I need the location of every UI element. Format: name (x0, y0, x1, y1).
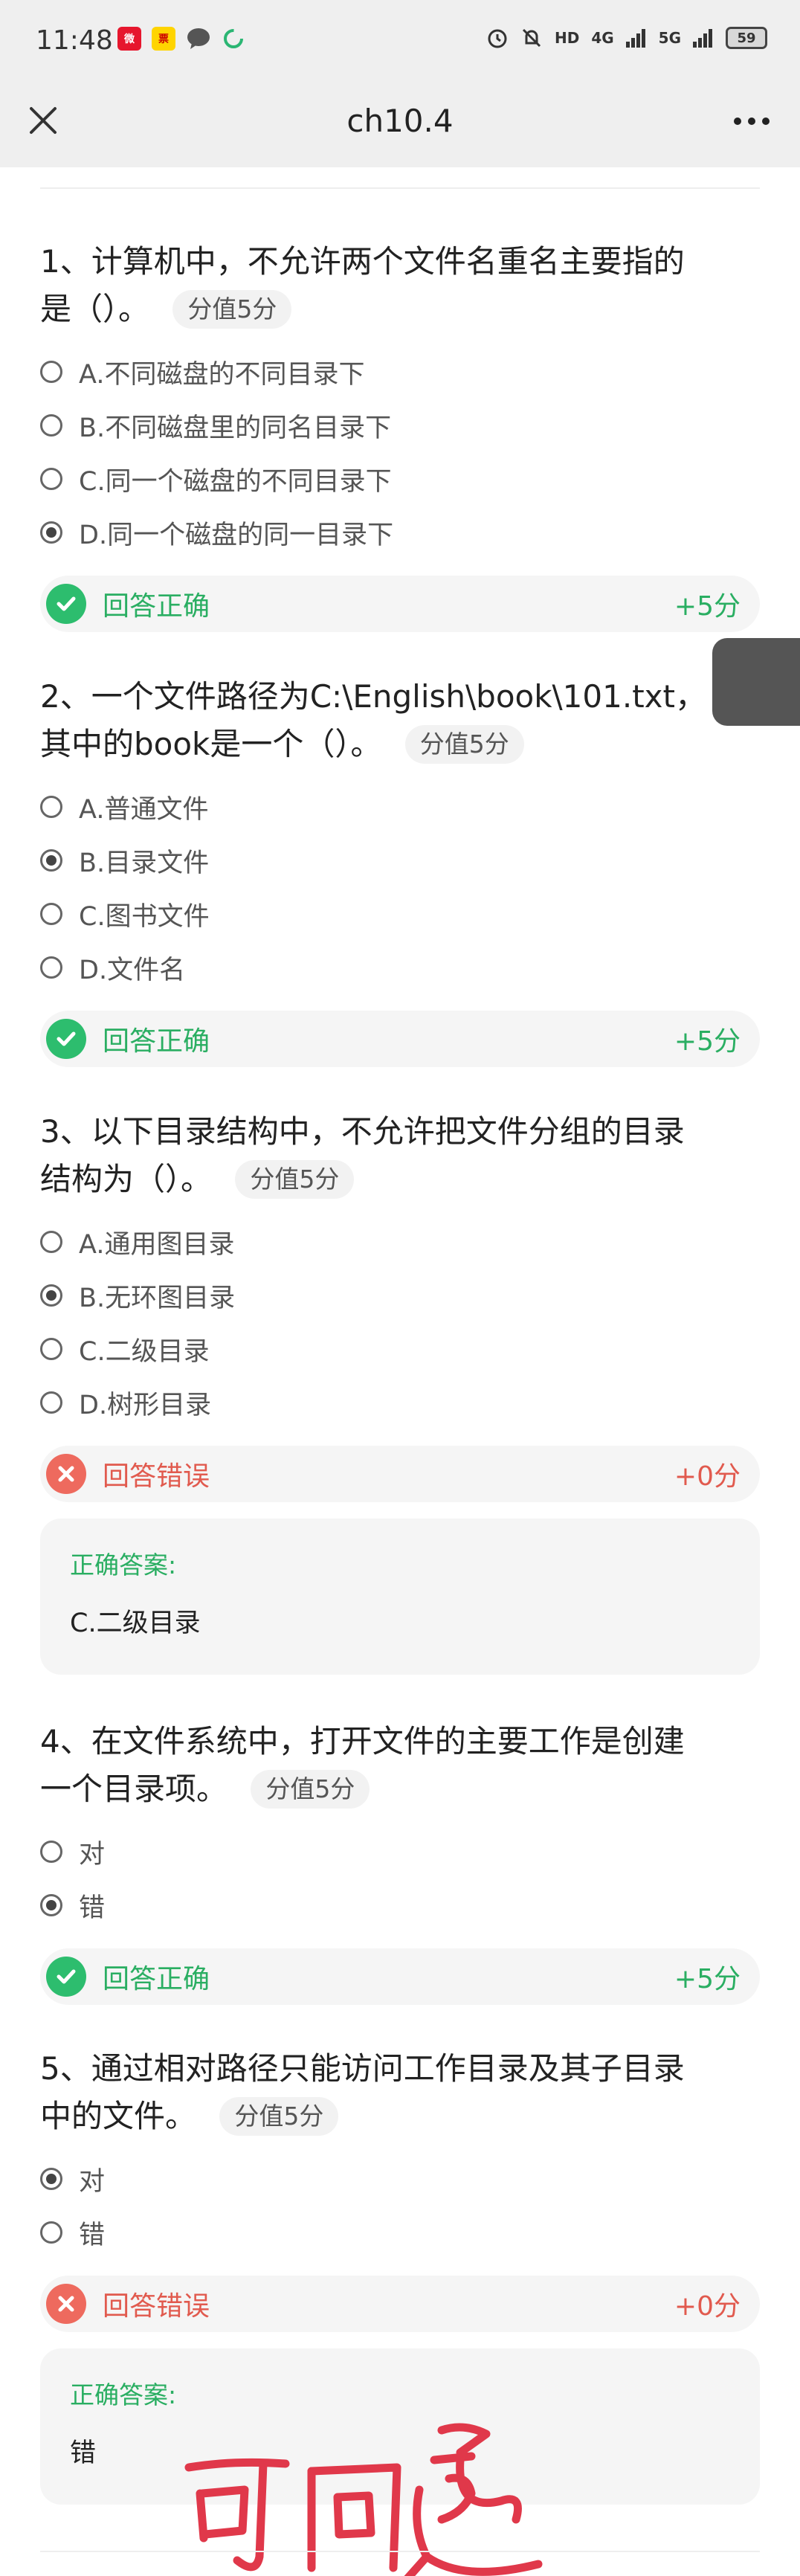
score-chip: 分值5分 (219, 2096, 339, 2136)
result-score: +0分 (674, 2291, 741, 2322)
option-list: 对 错 (40, 2152, 760, 2259)
result-text: 回答正确 (103, 591, 210, 622)
status-indicators: HD 4G 5G 59 (486, 27, 767, 49)
ticket-icon: 票 (152, 27, 175, 51)
radio-button-checked[interactable] (40, 2168, 62, 2190)
result-bar: 回答错误 +0分 (40, 2276, 760, 2332)
status-app-icons: 微 票 (117, 27, 245, 51)
option-b[interactable]: B.不同磁盘里的同名目录下 (40, 399, 760, 452)
result-bar: 回答正确 +5分 (40, 1011, 760, 1067)
score-chip: 分值5分 (251, 1769, 370, 1809)
radio-button[interactable] (40, 1231, 62, 1253)
question-title: 5、通过相对路径只能访问工作目录及其子目录 中的文件。 分值5分 (40, 2050, 685, 2136)
option-d[interactable]: D.同一个磁盘的同一目录下 (40, 506, 760, 559)
score-chip: 分值5分 (172, 289, 292, 329)
correct-answer-label: 正确答案: (70, 2380, 177, 2409)
result-score: +5分 (674, 591, 741, 622)
option-list: 对 错 (40, 1825, 760, 1932)
radio-button[interactable] (40, 903, 62, 925)
result-score: +5分 (674, 1026, 741, 1057)
option-c[interactable]: C.同一个磁盘的不同目录下 (40, 452, 760, 506)
correct-answer-box: 正确答案: 错 (40, 2348, 760, 2576)
result-text: 回答错误 (103, 1461, 210, 1492)
radio-button[interactable] (40, 956, 62, 979)
score-chip: 分值5分 (235, 1159, 355, 1199)
option-true[interactable]: 对 (40, 1825, 760, 1878)
option-list: A.普通文件 B.目录文件 C.图书文件 D.文件名 (40, 780, 760, 994)
radio-button-checked[interactable] (40, 1284, 62, 1307)
option-a[interactable]: A.通用图目录 (40, 1215, 760, 1269)
question-title: 3、以下目录结构中，不允许把文件分组的目录 结构为（）。 分值5分 (40, 1113, 685, 1199)
result-text: 回答错误 (103, 2291, 210, 2322)
score-chip: 分值5分 (404, 724, 524, 764)
status-time: 11:48 (36, 25, 113, 56)
radio-button[interactable] (40, 796, 62, 818)
cross-icon (46, 1454, 86, 1494)
more-icon[interactable] (726, 103, 778, 140)
option-false[interactable]: 错 (40, 1878, 760, 1932)
option-list: A.通用图目录 B.无环图目录 C.二级目录 D.树形目录 (40, 1215, 760, 1429)
radio-button[interactable] (40, 1338, 62, 1360)
option-c[interactable]: C.二级目录 (40, 1322, 760, 1376)
mute-icon (522, 28, 541, 48)
option-c[interactable]: C.图书文件 (40, 887, 760, 941)
option-b[interactable]: B.目录文件 (40, 834, 760, 887)
check-icon (46, 1957, 86, 1997)
hd-indicator: HD (554, 29, 580, 47)
chat-icon (187, 28, 210, 49)
status-bar: 11:48 微 票 HD 4G 5G 59 (0, 0, 800, 82)
weibo-icon: 微 (117, 27, 141, 51)
sync-icon (224, 29, 243, 48)
result-text: 回答正确 (103, 1964, 210, 1994)
correct-answer-value: C.二级目录 (70, 1609, 201, 1638)
option-d[interactable]: D.树形目录 (40, 1376, 760, 1429)
network-4g-indicator: 4G (591, 29, 614, 47)
radio-button[interactable] (40, 2221, 62, 2244)
divider (40, 187, 760, 189)
option-a[interactable]: A.不同磁盘的不同目录下 (40, 345, 760, 399)
option-true[interactable]: 对 (40, 2152, 760, 2206)
result-text: 回答正确 (103, 1026, 210, 1057)
divider (40, 2551, 760, 2552)
option-false[interactable]: 错 (40, 2206, 760, 2259)
option-d[interactable]: D.文件名 (40, 941, 760, 994)
radio-button[interactable] (40, 361, 62, 383)
correct-answer-label: 正确答案: (70, 1551, 177, 1580)
battery-indicator: 59 (726, 27, 767, 49)
result-bar: 回答正确 +5分 (40, 576, 760, 632)
question-title: 4、在文件系统中，打开文件的主要工作是创建 一个目录项。 分值5分 (40, 1723, 685, 1809)
question-2: 2、一个文件路径为C:\English\book\101.txt， 其中的boo… (40, 673, 760, 1067)
radio-button-checked[interactable] (40, 849, 62, 872)
signal-icon (625, 29, 645, 48)
option-a[interactable]: A.普通文件 (40, 780, 760, 834)
check-icon (46, 1019, 86, 1059)
alarm-icon (488, 29, 507, 48)
radio-button-checked[interactable] (40, 1894, 62, 1916)
question-title: 2、一个文件路径为C:\English\book\101.txt， 其中的boo… (40, 678, 706, 764)
result-score: +0分 (674, 1461, 741, 1492)
radio-button[interactable] (40, 1391, 62, 1414)
question-3: 3、以下目录结构中，不允许把文件分组的目录 结构为（）。 分值5分 A.通用图目… (40, 1108, 760, 1675)
check-icon (46, 584, 86, 624)
radio-button[interactable] (40, 1841, 62, 1863)
question-title: 1、计算机中，不允许两个文件名重名主要指的 是（）。 分值5分 (40, 243, 685, 329)
result-bar: 回答错误 +0分 (40, 1446, 760, 1502)
question-1: 1、计算机中，不允许两个文件名重名主要指的 是（）。 分值5分 A.不同磁盘的不… (40, 238, 760, 632)
result-score: +5分 (674, 1964, 741, 1994)
radio-button[interactable] (40, 468, 62, 490)
floating-handle[interactable] (712, 638, 800, 726)
option-b[interactable]: B.无环图目录 (40, 1269, 760, 1322)
question-4: 4、在文件系统中，打开文件的主要工作是创建 一个目录项。 分值5分 对 错 回答… (40, 1718, 760, 2005)
page-title: ch10.4 (346, 103, 454, 139)
network-5g-indicator: 5G (658, 29, 681, 47)
result-bar: 回答正确 +5分 (40, 1948, 760, 2005)
cross-icon (46, 2284, 86, 2324)
question-5: 5、通过相对路径只能访问工作目录及其子目录 中的文件。 分值5分 对 错 回答错… (40, 2045, 760, 2576)
radio-button[interactable] (40, 414, 62, 437)
signal-icon (693, 29, 712, 48)
nav-bar: ch10.4 (0, 82, 800, 167)
option-list: A.不同磁盘的不同目录下 B.不同磁盘里的同名目录下 C.同一个磁盘的不同目录下… (40, 345, 760, 559)
radio-button-checked[interactable] (40, 521, 62, 544)
correct-answer-box: 正确答案: C.二级目录 (40, 1519, 760, 1675)
